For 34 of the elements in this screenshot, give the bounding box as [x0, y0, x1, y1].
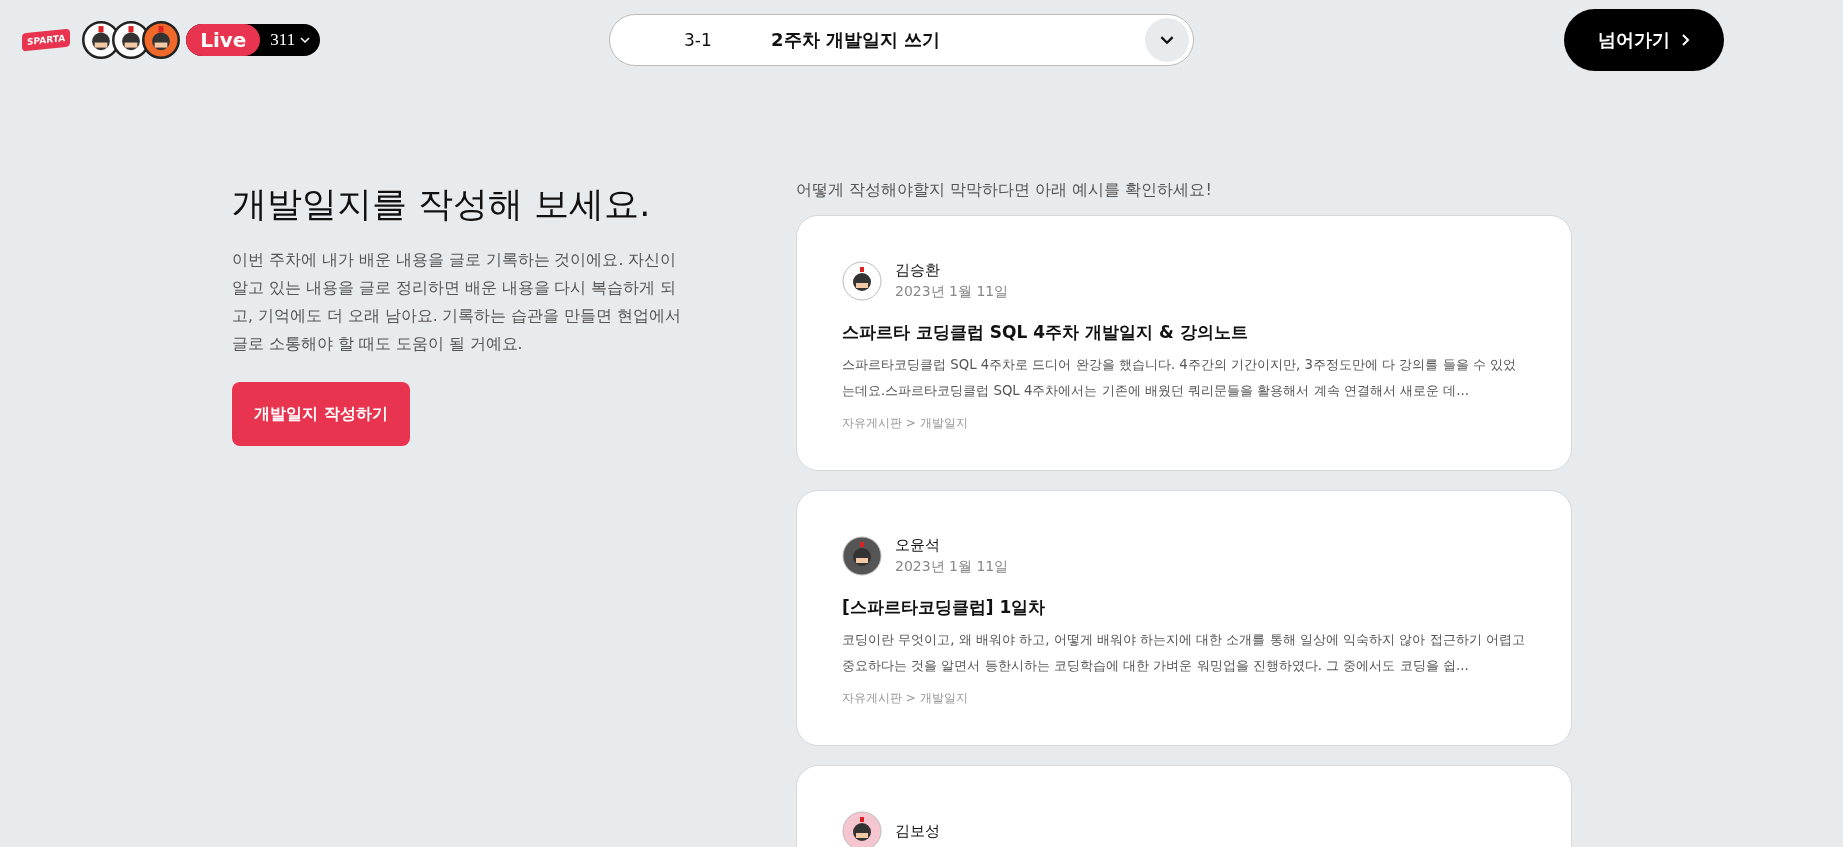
avatar-icon	[842, 536, 882, 576]
post-excerpt: 스파르타코딩클럽 SQL 4주차로 드디어 완강을 했습니다. 4주간의 기간이지만, 3주정도만에 다 강의를 들을 수 있었는데요.스파르타코딩클럽 SQL 4주차에서는 기존에 배웠던 쿼리문들을 활용해서 계속 연결해서 새로운 데...	[842, 356, 1518, 400]
post-category: 자유게시판 > 개발일지	[842, 416, 968, 430]
caret-icon	[300, 37, 311, 43]
description: 이번 주차에 내가 배운 내용을 글로 기록하는 것이에요. 자신이 알고 있는 내용을 글로 정리하면 배운 내용을 다시 복습하게 되고, 기억에도 더 오래 남아요. 기록하는 습관을 만들면 현업에서 글로 소통해야 할 때도 도움이 될 거예요.	[232, 250, 682, 355]
author-name: 김보성	[895, 821, 940, 841]
post-card[interactable]: 김승환 2023년 1월 11일 스파르타 코딩클럽 SQL 4주차 개발일지 & 강의노트 스파르타코딩클럽 SQL 4주차로 드디어 완강을 했습니다. 4주간의 기간이지만, 3주정도만에 다 강의를 들을 수 있었는데요.스파르타코딩클럽 SQL 4주차에서는 기존에 배웠던 쿼리문들을 활용해서 계속 연결해서 새로운 데... 자유게시판 > 개발일지	[796, 215, 1572, 471]
avatar-icon	[842, 811, 882, 847]
avatar-icon	[842, 261, 882, 301]
viewer-count: 311	[270, 30, 296, 50]
author-name: 오윤석	[895, 536, 941, 555]
author-name: 김승환	[895, 261, 941, 280]
lesson-selector[interactable]: 3-1 2주차 개발일지 쓰기	[609, 14, 1194, 66]
avatar-icon	[142, 21, 181, 59]
post-excerpt: 코딩이란 무엇이고, 왜 배워야 하고, 어떻게 배워야 하는지에 대한 소개를 통해 일상에 익숙하지 않아 접근하기 어렵고 중요하다는 것을 알면서 등한시하는 코딩학습에 대한 가벼운 워밍업을 진행하였다. 그 중에서도 코딩을 쉽...	[842, 631, 1526, 675]
post-category: 자유게시판 > 개발일지	[842, 691, 968, 705]
chevron-right-icon	[1682, 34, 1690, 46]
post-card[interactable]: 김보성	[796, 765, 1572, 847]
write-log-button[interactable]: 개발일지 작성하기	[232, 382, 410, 446]
lesson-number: 3-1	[684, 30, 713, 50]
live-badge: Live	[186, 24, 261, 56]
post-date: 2023년 1월 11일	[895, 283, 1009, 301]
hint-text: 어떻게 작성해야할지 막막하다면 아래 예시를 확인하세요!	[796, 180, 1213, 201]
post-date: 2023년 1월 11일	[895, 558, 1009, 576]
post-title: [스파르타코딩클럽] 1일차	[842, 596, 1047, 619]
caret-icon	[1160, 35, 1174, 45]
page-heading: 개발일지를 작성해 보세요.	[232, 183, 652, 226]
skip-button[interactable]: 넘어가기	[1564, 9, 1724, 71]
dropdown-button[interactable]	[1145, 18, 1189, 62]
post-card[interactable]: 오윤석 2023년 1월 11일 [스파르타코딩클럽] 1일차 코딩이란 무엇이고, 왜 배워야 하고, 어떻게 배워야 하는지에 대한 소개를 통해 일상에 익숙하지 않아 접근하기 어렵고 중요하다는 것을 알면서 등한시하는 코딩학습에 대한 가벼운 워밍업을 진행하였다. 그 중에서도 코딩을 쉽... 자유게시판 > 개발일지	[796, 490, 1572, 746]
logo[interactable]: SPARTA	[22, 28, 71, 52]
lesson-title: 2주차 개발일지 쓰기	[771, 28, 942, 52]
live-viewer-button[interactable]: Live 311	[186, 24, 321, 56]
post-title: 스파르타 코딩클럽 SQL 4주차 개발일지 & 강의노트	[842, 321, 1249, 344]
